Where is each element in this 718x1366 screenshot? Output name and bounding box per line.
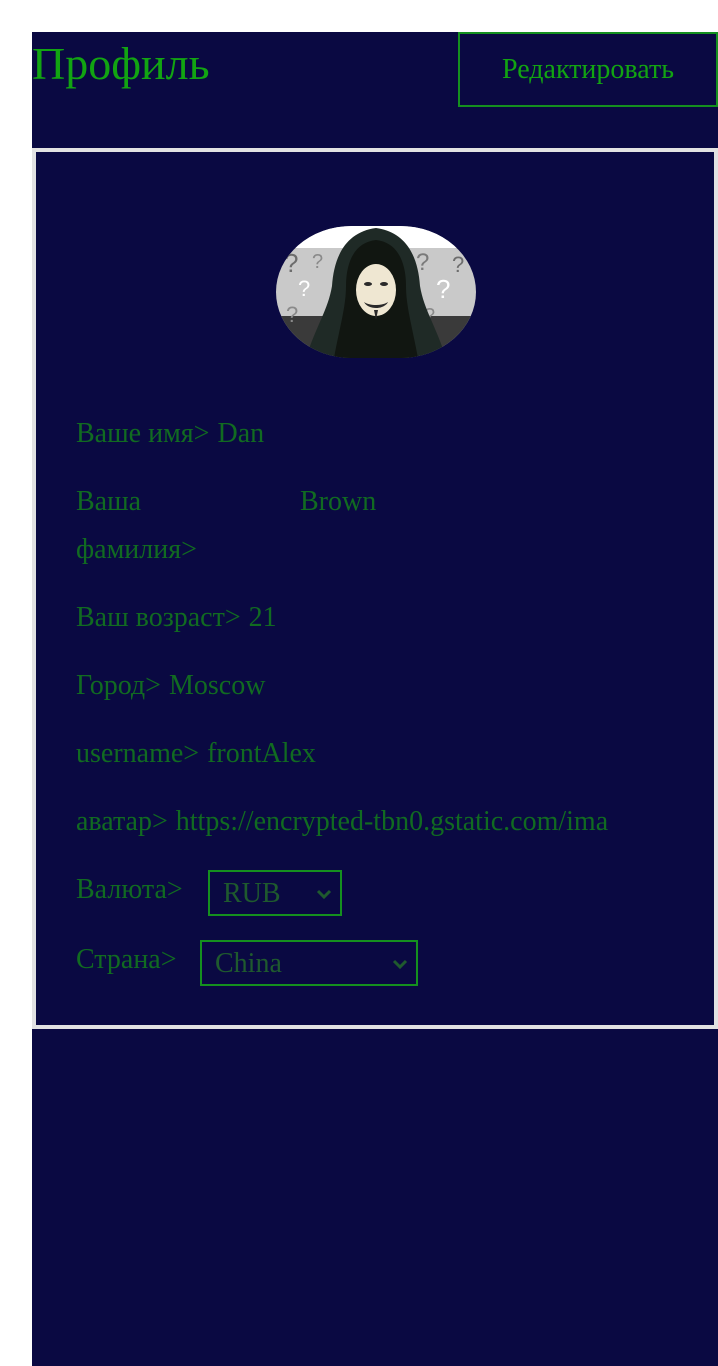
field-surname-value: Brown bbox=[300, 486, 377, 517]
field-currency: Валюта> bbox=[76, 866, 183, 914]
currency-select[interactable]: RUB bbox=[208, 870, 342, 916]
field-age: Ваш возраст> 21 bbox=[76, 594, 277, 642]
field-age-label: Ваш возраст> bbox=[76, 602, 241, 633]
field-country-label: Страна> bbox=[76, 944, 177, 975]
header: Профиль Редактировать bbox=[32, 32, 718, 148]
field-city: Город> Moscow bbox=[76, 662, 265, 710]
field-name-label: Ваше имя> bbox=[76, 418, 210, 449]
field-city-label: Город> bbox=[76, 670, 161, 701]
country-select[interactable]: China bbox=[200, 940, 418, 986]
avatar: ? ? ? ? ? ? ? ? bbox=[276, 226, 476, 358]
svg-text:?: ? bbox=[298, 276, 310, 301]
currency-select-value: RUB bbox=[223, 878, 281, 909]
chevron-down-icon bbox=[392, 959, 408, 970]
country-select-value: China bbox=[215, 948, 282, 979]
field-currency-label: Валюта> bbox=[76, 874, 183, 905]
field-surname-label: Ваша фамилия> bbox=[76, 486, 197, 565]
svg-text:?: ? bbox=[284, 248, 298, 278]
field-name-value: Dan bbox=[217, 418, 265, 449]
svg-text:?: ? bbox=[286, 302, 298, 327]
field-country: Страна> bbox=[76, 936, 177, 984]
field-age-value: 21 bbox=[248, 602, 277, 633]
chevron-down-icon bbox=[316, 889, 332, 900]
svg-text:?: ? bbox=[436, 274, 450, 304]
field-avatar-label: аватар> bbox=[76, 806, 168, 837]
field-username-label: username> bbox=[76, 738, 200, 769]
profile-app: Профиль Редактировать ? ? ? ? ? ? ? ? Ва… bbox=[32, 32, 718, 1366]
svg-text:?: ? bbox=[312, 251, 323, 273]
field-avatar-value: https://encrypted-tbn0.gstatic.com/ima bbox=[175, 806, 609, 837]
field-name: Ваше имя> Dan bbox=[76, 410, 264, 458]
field-city-value: Moscow bbox=[168, 670, 266, 701]
edit-button[interactable]: Редактировать bbox=[458, 32, 718, 107]
svg-text:?: ? bbox=[452, 252, 464, 277]
profile-card: ? ? ? ? ? ? ? ? Ваше имя> Dan Ваша фамил… bbox=[32, 148, 718, 1029]
field-username-value: frontAlex bbox=[207, 738, 316, 769]
page-title: Профиль bbox=[32, 38, 210, 89]
field-avatar: аватар> https://encrypted-tbn0.gstatic.co… bbox=[76, 798, 674, 846]
field-username: username> frontAlex bbox=[76, 730, 316, 778]
avatar-image: ? ? ? ? ? ? ? ? bbox=[276, 226, 476, 358]
